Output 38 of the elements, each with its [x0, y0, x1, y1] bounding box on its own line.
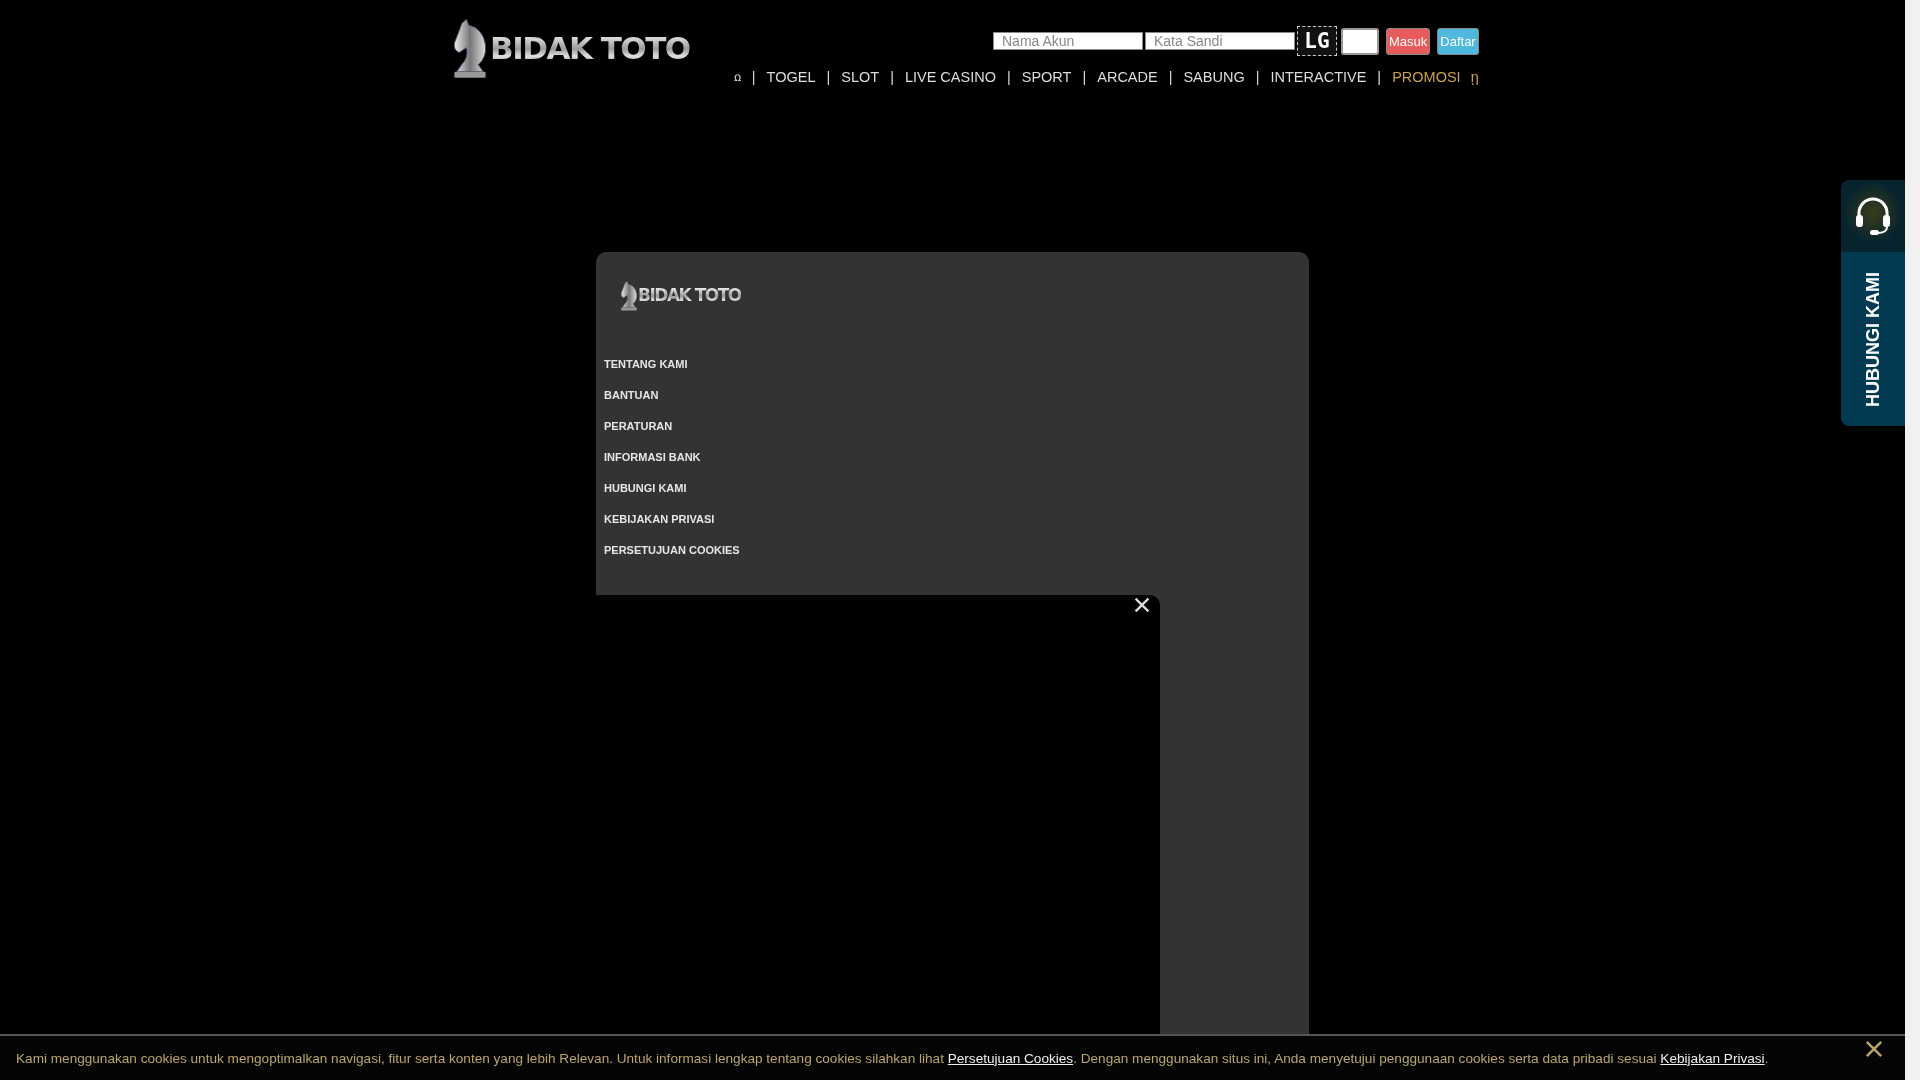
nav-separator: |: [826, 68, 831, 85]
footer-link[interactable]: HUBUNGI KAMI: [604, 482, 687, 494]
nav-link[interactable]: SPORT: [1021, 68, 1072, 85]
nav-separator: |: [1168, 68, 1173, 85]
headset-icon: [1853, 195, 1893, 237]
cookie-notice: Kami menggunakan cookies untuk mengoptimalkan navigasi, fitur serta konten yang lebih Relevan. Untuk informasi lengkap tentang cookies silahkan lihat Persetujuan Cookies. Dengan menggunakan situs ini, Anda menyetujui penggunaan cookies serta data pribadi sesuai Kebijakan Privasi.: [16, 1050, 1769, 1066]
nav-separator: |: [1377, 68, 1382, 85]
nav-link[interactable]: SLOT: [841, 68, 880, 85]
password-field[interactable]: Kata Sandi: [1145, 32, 1295, 50]
footer-link[interactable]: PERSETUJUAN COOKIES: [604, 544, 740, 556]
footer-link[interactable]: KEBIJAKAN PRIVASI: [604, 513, 715, 525]
footer-link[interactable]: PERATURAN: [604, 420, 673, 432]
nav-link[interactable]: TOGEL: [766, 68, 816, 85]
nav-separator: |: [1082, 68, 1087, 85]
horse-icon: [620, 281, 638, 311]
close-icon[interactable]: [1134, 597, 1150, 613]
footer-link[interactable]: BANTUAN: [604, 389, 659, 401]
contact-label: HUBUNGI KAMI: [1862, 271, 1884, 407]
captcha-image: LG: [1297, 26, 1337, 56]
footer-link[interactable]: TENTANG KAMI: [604, 358, 688, 370]
nav-separator: |: [751, 68, 756, 85]
footer-link[interactable]: INFORMASI BANK: [604, 451, 701, 463]
username-field[interactable]: Nama Akun: [993, 32, 1143, 50]
nav-icon-link[interactable]: ῃ: [1470, 68, 1479, 85]
site-logo[interactable]: BIDAK TOTO: [452, 18, 690, 80]
privacy-policy-link[interactable]: Kebijakan Privasi: [1660, 1050, 1765, 1066]
horse-icon: [452, 19, 488, 79]
nav-link[interactable]: ARCADE: [1097, 68, 1158, 85]
nav-link[interactable]: INTERACTIVE: [1270, 68, 1367, 85]
nav-link[interactable]: LIVE CASINO: [904, 68, 996, 85]
nav-separator: |: [890, 68, 894, 85]
nav-separator: |: [1255, 68, 1260, 85]
nav-separator: |: [1006, 68, 1011, 85]
captcha-field[interactable]: [1341, 27, 1379, 55]
panel-logo: BIDAK TOTO: [596, 252, 741, 316]
home-link[interactable]: ꭥ: [733, 68, 741, 85]
nav-link[interactable]: SABUNG: [1183, 68, 1245, 85]
nav-link[interactable]: PROMOSI: [1392, 68, 1461, 85]
